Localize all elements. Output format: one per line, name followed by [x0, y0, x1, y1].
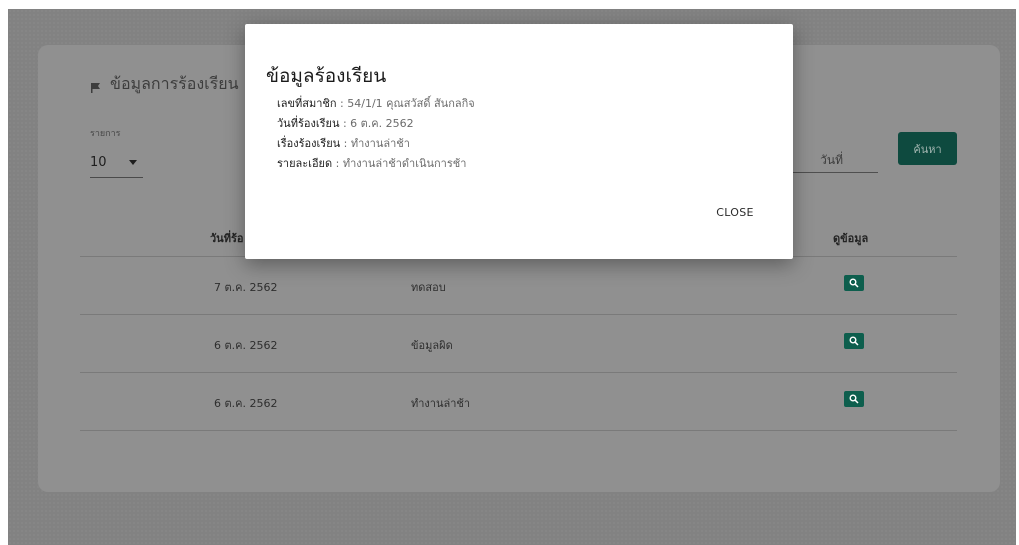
detail-label: เรื่องร้องเรียน — [277, 137, 341, 150]
per-page-label: รายการ — [90, 129, 121, 139]
detail-subject: เรื่องร้องเรียน : ทำงานล่าช้า — [277, 137, 410, 150]
detail-label: เลขที่สมาชิก — [277, 97, 337, 110]
card-title: ข้อมูลการร้องเรียน — [90, 72, 239, 97]
column-header-date: วันที่ร้อ — [210, 232, 244, 245]
search-icon — [849, 394, 859, 404]
row-2-date: 6 ต.ค. 2562 — [214, 339, 278, 352]
per-page-value: 10 — [90, 154, 107, 170]
view-button-row-1[interactable] — [844, 275, 864, 291]
column-header-view: ดูข้อมูล — [833, 232, 869, 245]
row-3-date: 6 ต.ค. 2562 — [214, 397, 278, 410]
row-1-date: 7 ต.ค. 2562 — [214, 281, 278, 294]
row-1-subject: ทดสอบ — [411, 281, 446, 294]
complaint-detail-dialog: ข้อมูลร้องเรียน เลขที่สมาชิก : 54/1/1 คุ… — [245, 24, 793, 259]
search-icon — [849, 336, 859, 346]
detail-member-id: เลขที่สมาชิก : 54/1/1 คุณสวัสดิ์ สันกลกิ… — [277, 97, 475, 110]
row-3-subject: ทำงานล่าช้า — [411, 397, 471, 410]
detail-value: 6 ต.ค. 2562 — [350, 117, 414, 130]
date-search-placeholder: วันที่ — [820, 152, 843, 167]
table-divider — [80, 430, 957, 431]
caret-down-icon — [129, 159, 137, 165]
dialog-title: ข้อมูลร้องเรียน — [266, 65, 387, 87]
detail-value: ทำงานล่าช้าดำเนินการช้า — [342, 157, 467, 170]
search-button[interactable]: ค้นหา — [898, 132, 957, 165]
date-search-input[interactable]: วันที่ — [786, 148, 878, 173]
detail-description: รายละเอียด : ทำงานล่าช้าดำเนินการช้า — [277, 157, 467, 170]
detail-label: รายละเอียด — [277, 157, 333, 170]
flag-icon — [90, 79, 102, 93]
table-divider — [80, 314, 957, 315]
close-button[interactable]: CLOSE — [705, 200, 765, 224]
search-icon — [849, 278, 859, 288]
view-button-row-2[interactable] — [844, 333, 864, 349]
per-page-select[interactable]: 10 — [90, 147, 143, 178]
table-divider — [80, 372, 957, 373]
detail-value: ทำงานล่าช้า — [350, 137, 410, 150]
view-button-row-3[interactable] — [844, 391, 864, 407]
detail-complaint-date: วันที่ร้องเรียน : 6 ต.ค. 2562 — [277, 117, 414, 130]
card-title-text: ข้อมูลการร้องเรียน — [110, 74, 239, 93]
row-2-subject: ข้อมูลผิด — [411, 339, 453, 352]
detail-value: 54/1/1 คุณสวัสดิ์ สันกลกิจ — [347, 97, 475, 110]
detail-label: วันที่ร้องเรียน — [277, 117, 340, 130]
